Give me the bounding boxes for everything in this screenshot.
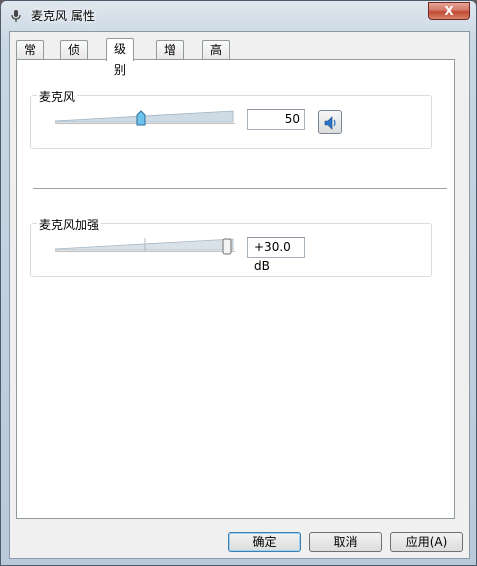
levels-panel: 麦克风 50 麦克风加强 +30.0 dB <box>16 59 455 519</box>
ok-button[interactable]: 确定 <box>228 532 301 552</box>
microphone-label: 麦克风 <box>37 88 78 105</box>
microphone-slider-thumb[interactable] <box>136 110 146 126</box>
boost-group: 麦克风加强 +30.0 dB <box>30 216 432 277</box>
title-bar[interactable]: 麦克风 属性 X <box>1 1 476 31</box>
dialog-client: 常规 侦听 级别 增强 高级 麦克风 <box>9 31 470 559</box>
tab-listen[interactable]: 侦听 <box>60 40 89 76</box>
microphone-icon <box>9 9 23 23</box>
cancel-button[interactable]: 取消 <box>309 532 382 552</box>
tab-general[interactable]: 常规 <box>16 40 45 76</box>
mute-button[interactable] <box>318 110 342 134</box>
tab-advanced[interactable]: 高级 <box>202 40 231 76</box>
apply-button[interactable]: 应用(A) <box>390 532 463 552</box>
microphone-level-field[interactable]: 50 <box>247 109 305 130</box>
separator-line <box>33 188 447 189</box>
window-title: 麦克风 属性 <box>31 9 95 23</box>
microphone-group: 麦克风 50 <box>30 88 432 149</box>
boost-label: 麦克风加强 <box>37 216 102 233</box>
tab-enhancements[interactable]: 增强 <box>156 40 185 76</box>
boost-slider[interactable] <box>55 238 235 252</box>
close-button[interactable]: X <box>428 2 470 20</box>
tab-levels[interactable]: 级别 <box>106 38 135 77</box>
speaker-icon <box>323 115 339 134</box>
boost-level-field: +30.0 dB <box>247 237 305 273</box>
properties-window: 麦克风 属性 X 常规 侦听 级别 增强 高级 麦克风 <box>0 0 477 566</box>
boost-slider-thumb[interactable] <box>222 238 232 255</box>
